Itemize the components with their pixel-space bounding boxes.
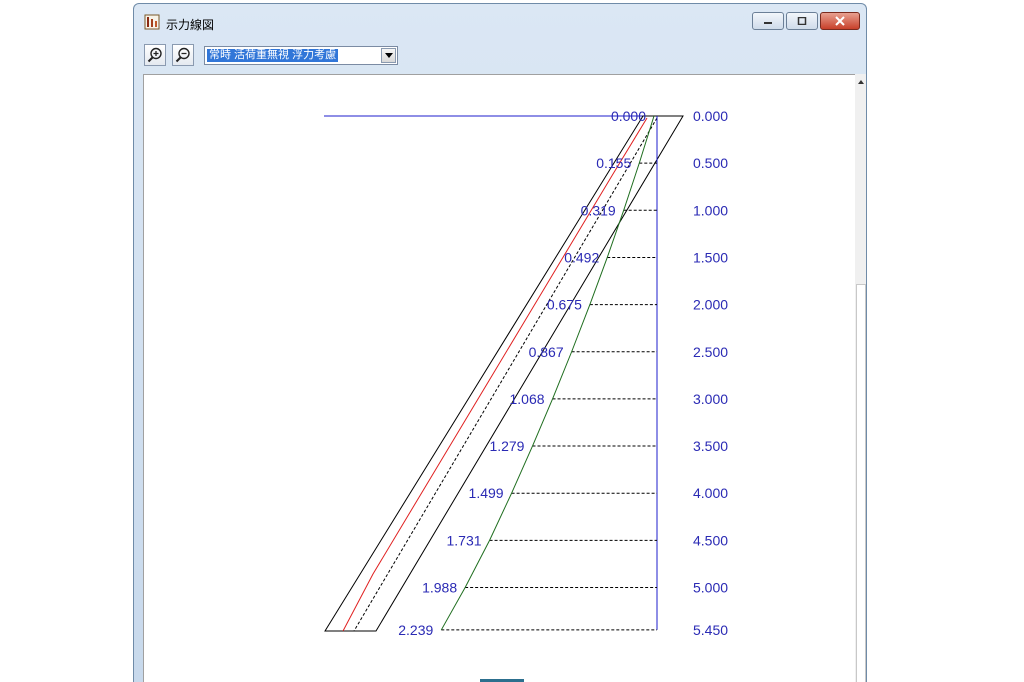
- scroll-up-icon[interactable]: [858, 80, 864, 84]
- offset-label-2: 0.319: [581, 202, 616, 218]
- offset-label-0: 0.000: [611, 108, 646, 124]
- section-centerline: [353, 117, 658, 632]
- load-case-value: 常時 活荷重無視 浮力考慮: [207, 49, 339, 62]
- close-button[interactable]: [820, 12, 860, 30]
- minimize-icon: [764, 22, 772, 24]
- depth-label-0: 0.000: [693, 108, 728, 124]
- window-controls: [752, 12, 860, 30]
- offset-label-9: 1.731: [447, 532, 482, 548]
- zoom-out-button[interactable]: [172, 44, 194, 66]
- diagram-window: 示力線図 常時 活荷重無視 浮力考慮 0.000 0.000 0.500 0.1…: [133, 3, 867, 682]
- chevron-down-icon: [384, 53, 393, 58]
- depth-label-11: 5.450: [693, 622, 728, 638]
- offset-label-4: 0.675: [547, 297, 582, 313]
- window-title: 示力線図: [166, 18, 215, 32]
- depth-label-10: 5.000: [693, 580, 728, 596]
- zoom-in-button[interactable]: [144, 44, 166, 66]
- offset-label-11: 2.239: [398, 622, 433, 638]
- app-icon: [144, 14, 160, 30]
- load-case-select[interactable]: 常時 活荷重無視 浮力考慮: [204, 46, 398, 65]
- depth-label-8: 4.000: [693, 485, 728, 501]
- depth-label-2: 1.000: [693, 202, 728, 218]
- zoom-in-icon: [147, 47, 162, 63]
- offset-label-10: 1.988: [422, 580, 457, 596]
- maximize-icon: [797, 17, 807, 25]
- dropdown-button[interactable]: [381, 48, 396, 63]
- depth-label-4: 2.000: [693, 297, 728, 313]
- depth-label-7: 3.500: [693, 438, 728, 454]
- depth-label-6: 3.000: [693, 391, 728, 407]
- offset-label-1: 0.155: [596, 155, 631, 171]
- toolbar: 常時 活荷重無視 浮力考慮: [134, 41, 866, 71]
- depth-label-1: 0.500: [693, 155, 728, 171]
- scroll-thumb[interactable]: [856, 284, 866, 682]
- depth-label-5: 2.500: [693, 344, 728, 360]
- vertical-scrollbar[interactable]: [855, 74, 866, 682]
- chart-marks: 0.000 0.000 0.500 0.155 1.000 0.319 1.500 0.492…: [398, 108, 728, 638]
- offset-label-6: 1.068: [509, 391, 544, 407]
- red-force-line: [342, 117, 648, 632]
- offset-label-8: 1.499: [469, 485, 504, 501]
- depth-label-3: 1.500: [693, 249, 728, 265]
- diagram-canvas: 0.000 0.000 0.500 0.155 1.000 0.319 1.500 0.492…: [143, 74, 855, 682]
- zoom-out-icon: [175, 47, 190, 63]
- offset-label-7: 1.279: [489, 438, 524, 454]
- offset-label-3: 0.492: [564, 249, 599, 265]
- green-resultant-line: [440, 115, 655, 631]
- close-icon: [835, 16, 845, 26]
- title-bar[interactable]: 示力線図: [134, 4, 866, 36]
- offset-label-5: 0.867: [529, 344, 564, 360]
- maximize-button[interactable]: [786, 12, 818, 30]
- force-line-diagram: 0.000 0.000 0.500 0.155 1.000 0.319 1.500 0.492…: [324, 108, 728, 638]
- minimize-button[interactable]: [752, 12, 784, 30]
- depth-label-9: 4.500: [693, 532, 728, 548]
